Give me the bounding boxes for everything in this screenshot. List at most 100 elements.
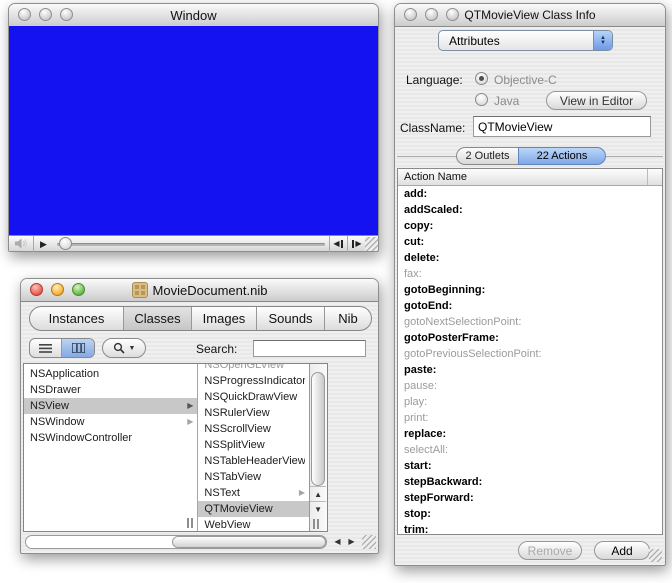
minimize-button[interactable] xyxy=(51,283,64,296)
browser-row[interactable]: NSTableHeaderView xyxy=(198,453,309,469)
scroll-left-button[interactable]: ◀ xyxy=(331,535,344,549)
step-forward-button[interactable]: ▶ xyxy=(348,236,365,252)
vertical-scrollbar[interactable]: ▲ ▼ xyxy=(309,364,327,531)
scrubber-thumb[interactable] xyxy=(59,236,72,250)
resize-grip[interactable] xyxy=(362,535,376,549)
popup-selected-value: Attributes xyxy=(449,33,500,48)
action-row[interactable]: add: xyxy=(398,186,662,202)
inspector-popup[interactable]: Attributes ▲ ▼ xyxy=(438,30,613,51)
browser-row-selected[interactable]: NSView ▶ xyxy=(24,398,198,414)
browser-row[interactable]: NSQuickDrawView xyxy=(198,389,309,405)
scroll-right-button[interactable]: ▶ xyxy=(345,535,358,549)
action-row[interactable]: play: xyxy=(398,394,662,410)
zoom-button[interactable] xyxy=(446,8,459,21)
tab-images[interactable]: Images xyxy=(192,307,257,330)
action-row[interactable]: trim: xyxy=(398,522,662,534)
search-scope-button[interactable]: ▼ xyxy=(102,338,146,358)
minimize-button[interactable] xyxy=(39,8,52,21)
movie-scrubber[interactable] xyxy=(53,236,329,252)
browser-row-clipped[interactable]: NSOpenGLView xyxy=(198,364,309,373)
table-header[interactable]: Action Name xyxy=(398,169,662,186)
browser-row[interactable]: NSScrollView xyxy=(198,421,309,437)
action-row[interactable]: gotoPreviousSelectionPoint: xyxy=(398,346,662,362)
browser-row[interactable]: NSTabView xyxy=(198,469,309,485)
movie-window-title: Window xyxy=(170,7,217,23)
minimize-button[interactable] xyxy=(425,8,438,21)
scroll-up-button[interactable]: ▲ xyxy=(310,486,327,502)
close-button[interactable] xyxy=(30,283,43,296)
action-row[interactable]: print: xyxy=(398,410,662,426)
browser-row[interactable]: NSProgressIndicator xyxy=(198,373,309,389)
close-button[interactable] xyxy=(404,8,417,21)
class-label: NSView xyxy=(30,400,69,412)
action-row[interactable]: fax: xyxy=(398,266,662,282)
browser-row[interactable]: NSApplication xyxy=(24,366,197,382)
class-info-window: QTMovieView Class Info Attributes ▲ ▼ La… xyxy=(394,3,666,566)
tab-classes[interactable]: Classes xyxy=(124,307,192,330)
scrollbar-track[interactable] xyxy=(25,535,327,549)
action-row[interactable]: stop: xyxy=(398,506,662,522)
column-resize-handle[interactable] xyxy=(187,518,193,528)
tab-sounds[interactable]: Sounds xyxy=(257,307,325,330)
action-row[interactable]: gotoBeginning: xyxy=(398,282,662,298)
tab-outlets[interactable]: 2 Outlets xyxy=(456,147,518,165)
step-backward-button[interactable]: ◀ xyxy=(330,236,347,252)
action-row[interactable]: paste: xyxy=(398,362,662,378)
action-row[interactable]: stepBackward: xyxy=(398,474,662,490)
action-row[interactable]: gotoPosterFrame: xyxy=(398,330,662,346)
browser-column-2: NSOpenGLView NSProgressIndicator NSQuick… xyxy=(198,364,310,531)
browser-row[interactable]: NSWindow ▶ xyxy=(24,414,197,430)
class-label: NSScrollView xyxy=(204,423,271,435)
action-row[interactable]: gotoNextSelectionPoint: xyxy=(398,314,662,330)
volume-button[interactable] xyxy=(9,236,33,252)
column-view-button[interactable] xyxy=(62,339,94,357)
radio-objective-c[interactable] xyxy=(475,72,488,85)
action-row[interactable]: start: xyxy=(398,458,662,474)
action-row[interactable]: pause: xyxy=(398,378,662,394)
resize-grip[interactable] xyxy=(365,236,378,251)
movie-window-titlebar[interactable]: Window xyxy=(9,4,378,27)
browser-row[interactable]: NSSplitView xyxy=(198,437,309,453)
tab-nib[interactable]: Nib xyxy=(325,307,371,330)
zoom-button[interactable] xyxy=(60,8,73,21)
action-row[interactable]: delete: xyxy=(398,250,662,266)
scrubber-track[interactable] xyxy=(57,242,325,246)
action-row[interactable]: stepForward: xyxy=(398,490,662,506)
action-row[interactable]: gotoEnd: xyxy=(398,298,662,314)
scrollbar-thumb[interactable] xyxy=(311,372,326,486)
classname-input[interactable] xyxy=(473,116,651,137)
action-row[interactable]: addScaled: xyxy=(398,202,662,218)
qtmovieview-canvas[interactable] xyxy=(9,26,378,235)
tab-instances[interactable]: Instances xyxy=(30,307,124,330)
browser-row-selected[interactable]: QTMovieView xyxy=(198,501,310,517)
info-window-titlebar[interactable]: QTMovieView Class Info xyxy=(395,4,665,27)
browser-row[interactable]: NSText ▶ xyxy=(198,485,309,501)
play-button[interactable]: ▶ xyxy=(34,236,53,252)
browser-row[interactable]: WebView xyxy=(198,517,309,531)
action-row[interactable]: copy: xyxy=(398,218,662,234)
add-button[interactable]: Add xyxy=(594,541,650,560)
horizontal-scrollbar[interactable]: ◀ ▶ xyxy=(21,534,378,550)
column-resize-handle[interactable] xyxy=(313,519,320,529)
scrollbar-thumb[interactable] xyxy=(172,536,326,548)
view-in-editor-button[interactable]: View in Editor xyxy=(546,91,647,110)
class-label: NSWindow xyxy=(30,416,85,428)
remove-button[interactable]: Remove xyxy=(518,541,582,560)
step-forward-icon: ▶ xyxy=(355,238,362,248)
scroll-down-button[interactable]: ▼ xyxy=(310,501,327,517)
language-label: Language: xyxy=(406,73,463,87)
tab-actions[interactable]: 22 Actions xyxy=(518,147,606,165)
browser-row[interactable]: NSRulerView xyxy=(198,405,309,421)
list-view-button[interactable] xyxy=(30,339,62,357)
action-row[interactable]: replace: xyxy=(398,426,662,442)
action-row[interactable]: cut: xyxy=(398,234,662,250)
nib-window-titlebar[interactable]: MovieDocument.nib xyxy=(21,279,378,302)
search-input[interactable] xyxy=(253,340,366,357)
radio-java[interactable] xyxy=(475,93,488,106)
zoom-button[interactable] xyxy=(72,283,85,296)
browser-row[interactable]: NSWindowController xyxy=(24,430,197,446)
browser-row[interactable]: NSDrawer xyxy=(24,382,197,398)
action-row[interactable]: selectAll: xyxy=(398,442,662,458)
resize-grip[interactable] xyxy=(649,549,662,562)
close-button[interactable] xyxy=(18,8,31,21)
